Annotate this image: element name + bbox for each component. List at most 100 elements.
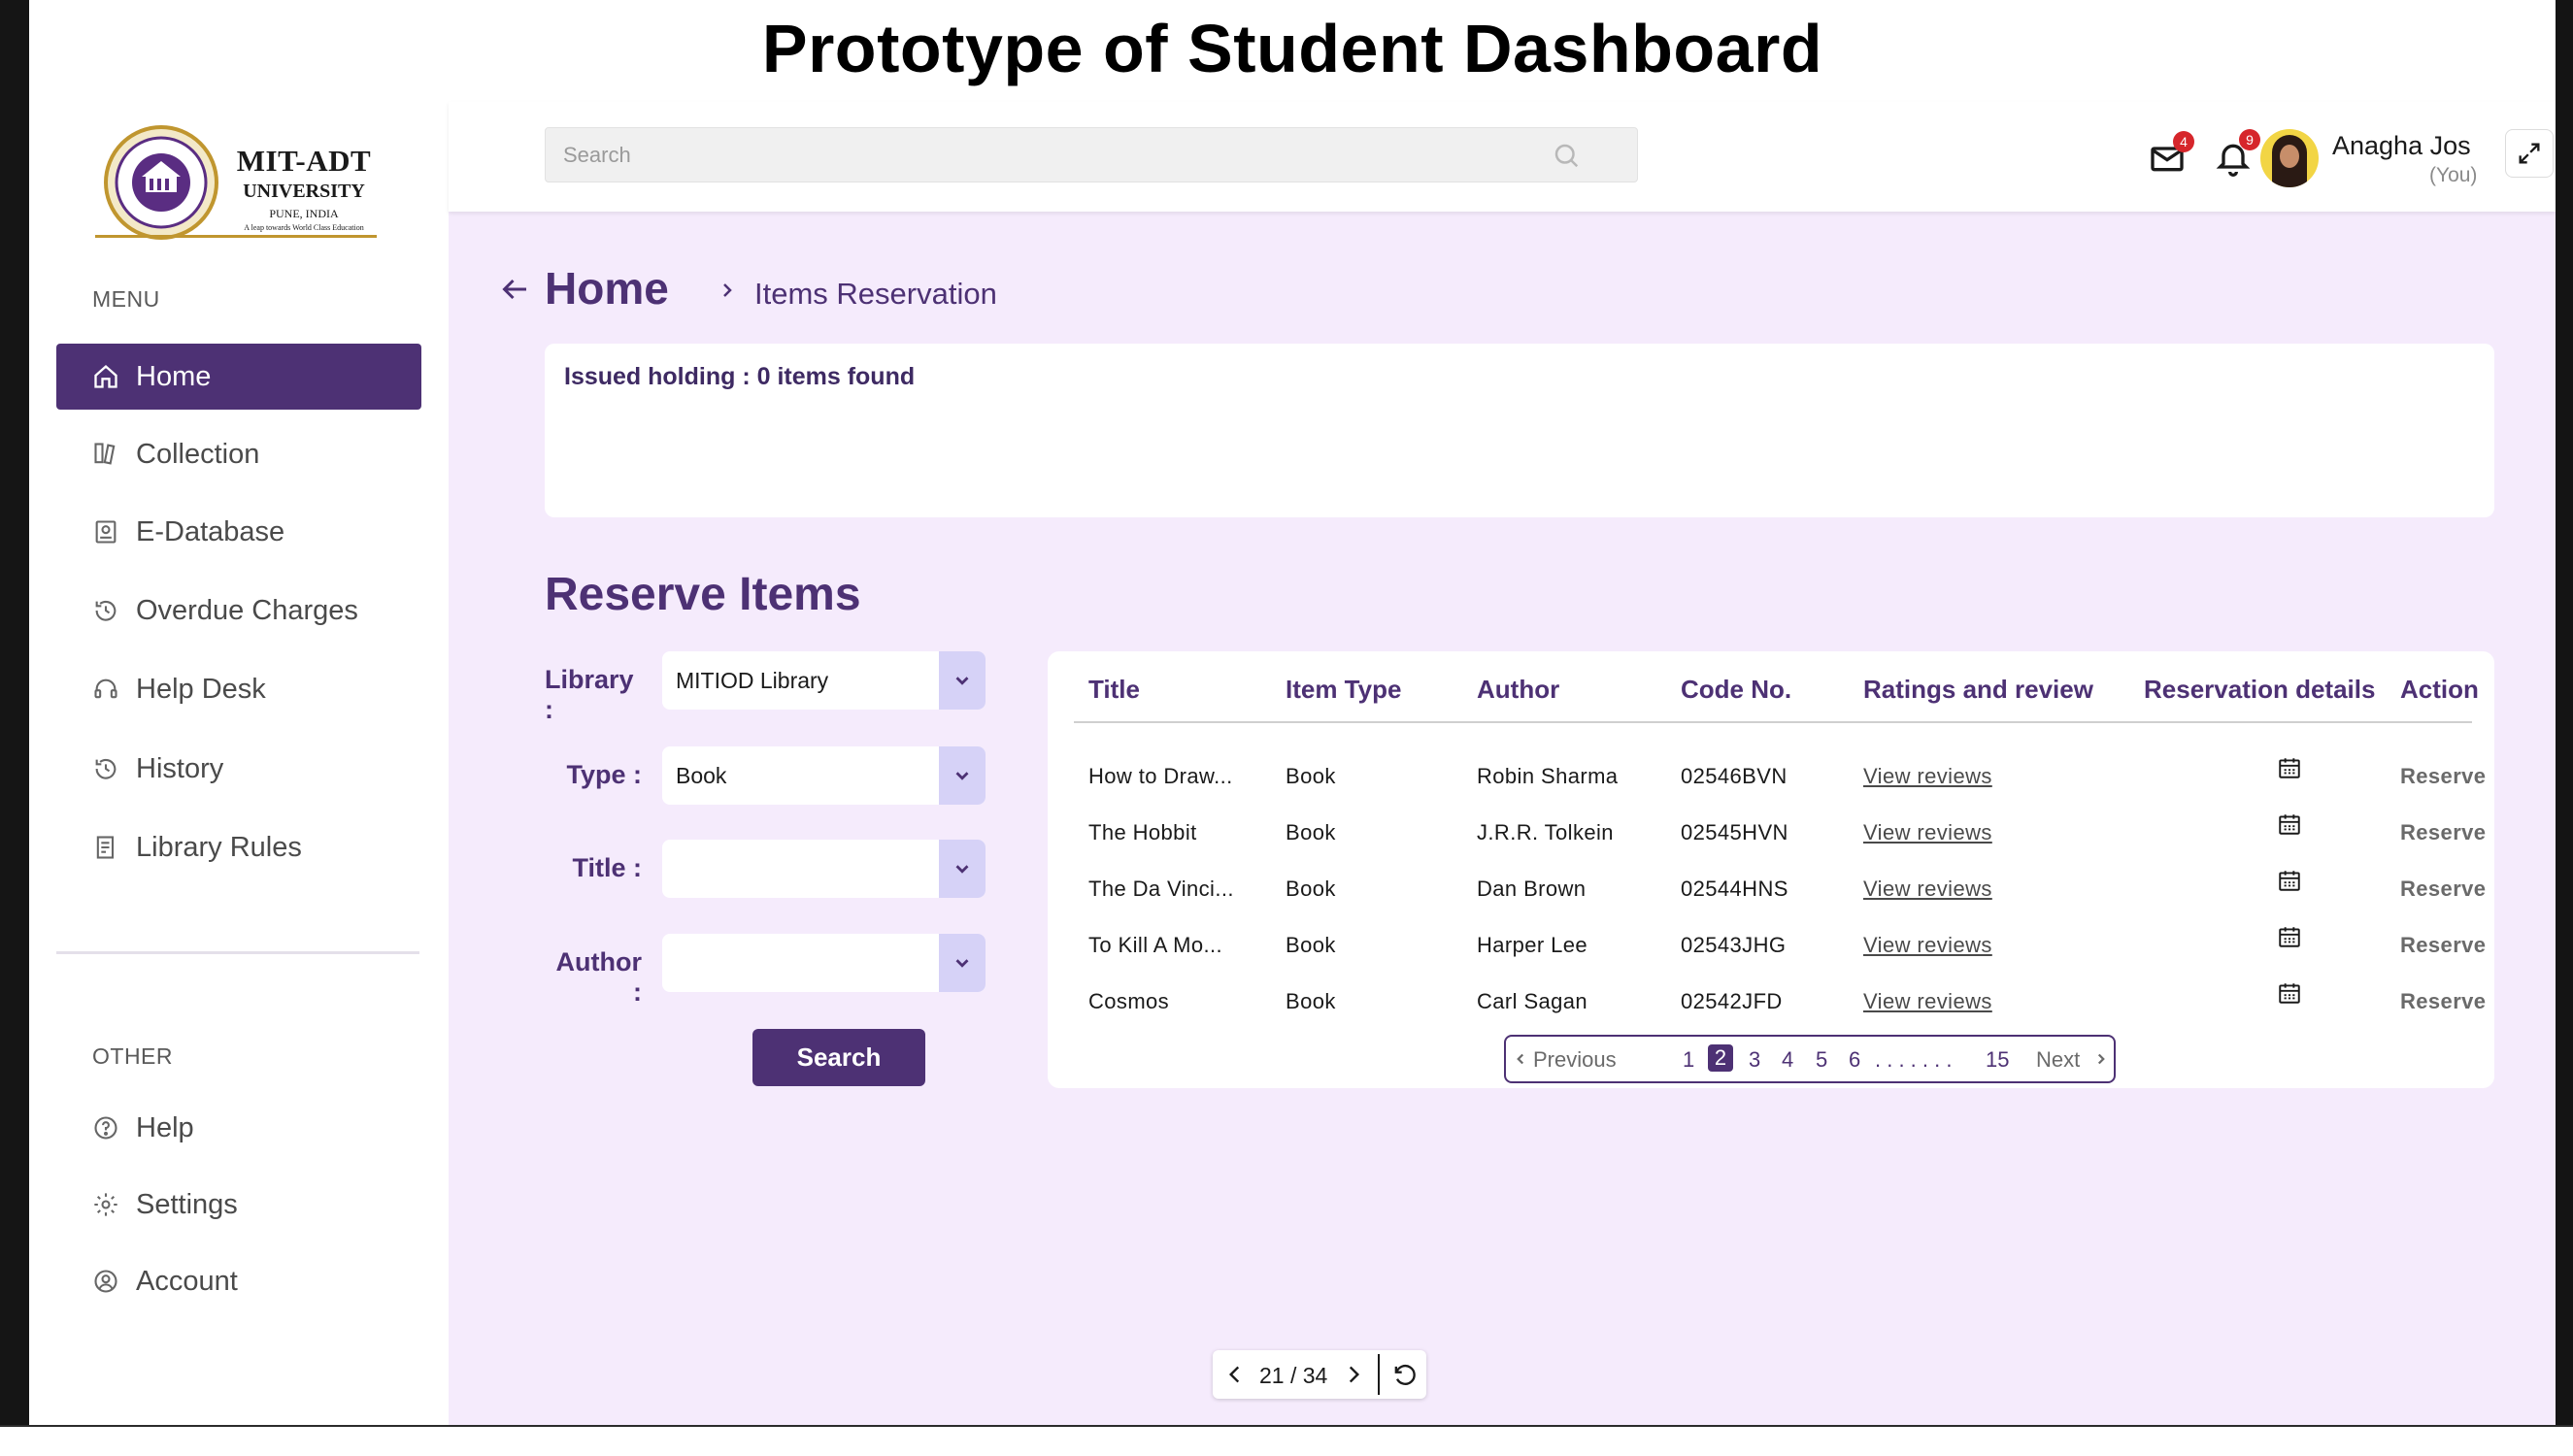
page-2-button[interactable]: 2 [1708, 1044, 1733, 1072]
document-page-navigator: 21 / 34 [1213, 1350, 1426, 1399]
chevron-right-icon[interactable] [2092, 1050, 2110, 1068]
cell-title: The Hobbit [1088, 820, 1197, 844]
chevron-down-icon[interactable] [939, 934, 986, 992]
background-left-edge [0, 0, 29, 1456]
reserve-button[interactable]: Reserve [2400, 764, 2486, 789]
cell-author: Dan Brown [1477, 877, 1587, 901]
page-1-button[interactable]: 1 [1683, 1047, 1694, 1073]
reserve-items-table: Title Item Type Author Code No. Ratings … [1048, 651, 2494, 1088]
next-page-button[interactable]: Next [2036, 1047, 2080, 1073]
view-reviews-link[interactable]: View reviews [1863, 820, 1992, 845]
sidebar-item-history[interactable]: History [56, 736, 421, 802]
page-15-button[interactable]: 15 [1986, 1047, 2009, 1073]
view-reviews-link[interactable]: View reviews [1863, 764, 1992, 789]
background-right-edge [2556, 0, 2573, 1456]
calendar-icon[interactable] [2277, 811, 2302, 838]
issued-holding-card: Issued holding : 0 items found [545, 344, 2494, 517]
dashboard-slide: Prototype of Student Dashboard MIT-ADT U… [29, 0, 2556, 1425]
back-arrow-icon[interactable] [497, 272, 532, 307]
cell-code: 02546BVN [1681, 764, 1788, 788]
page-3-button[interactable]: 3 [1749, 1047, 1760, 1073]
previous-slide-icon[interactable] [1222, 1362, 1248, 1387]
user-name[interactable]: Anagha Jos [2332, 131, 2471, 161]
sidebar-item-collection[interactable]: Collection [56, 421, 421, 487]
title-select[interactable] [662, 840, 986, 898]
column-header-code-no: Code No. [1681, 675, 1792, 704]
column-header-action: Action [2400, 675, 2479, 704]
headset-icon [91, 675, 120, 704]
calendar-icon[interactable] [2277, 923, 2302, 950]
previous-page-button[interactable]: Previous [1533, 1047, 1617, 1073]
page-4-button[interactable]: 4 [1782, 1047, 1793, 1073]
sidebar-item-help-desk[interactable]: Help Desk [56, 656, 421, 722]
avatar[interactable] [2260, 129, 2319, 187]
main-content: 4 9 Anagha Jos (You) Home Items Reservat… [449, 102, 2556, 1425]
reserve-button[interactable]: Reserve [2400, 877, 2486, 902]
column-header-reservation-details: Reservation details [2144, 675, 2376, 704]
sidebar-item-overdue-charges[interactable]: Overdue Charges [56, 578, 421, 644]
search-button[interactable]: Search [752, 1029, 925, 1086]
chevron-left-icon[interactable] [1512, 1050, 1529, 1068]
reserve-button[interactable]: Reserve [2400, 820, 2486, 845]
chevron-down-icon[interactable] [939, 651, 986, 710]
library-select[interactable]: MITIOD Library [662, 651, 986, 710]
cell-item-type: Book [1286, 877, 1336, 901]
logo-tagline: A leap towards World Class Education [244, 223, 364, 232]
cell-author: Carl Sagan [1477, 989, 1588, 1013]
sidebar-item-label: Home [136, 360, 212, 392]
expand-button[interactable] [2505, 129, 2554, 178]
undo-icon[interactable] [1389, 1361, 1419, 1388]
page-6-button[interactable]: 6 [1849, 1047, 1860, 1073]
reserve-button[interactable]: Reserve [2400, 933, 2486, 958]
calendar-icon[interactable] [2277, 754, 2302, 781]
mail-button[interactable]: 4 [2148, 131, 2194, 178]
page-5-button[interactable]: 5 [1816, 1047, 1827, 1073]
slide-title: Prototype of Student Dashboard [761, 11, 1823, 86]
sidebar-divider [56, 951, 419, 954]
reserve-button[interactable]: Reserve [2400, 989, 2486, 1014]
notification-count-badge: 9 [2239, 129, 2260, 150]
search-icon[interactable] [1552, 141, 1581, 170]
sidebar-item-label: Account [136, 1265, 238, 1297]
sidebar-item-label: History [136, 752, 224, 784]
author-label: Author : [555, 947, 642, 1007]
cell-item-type: Book [1286, 764, 1336, 788]
next-slide-icon[interactable] [1341, 1362, 1366, 1387]
calendar-icon[interactable] [2277, 867, 2302, 894]
cell-author: J.R.R. Tolkein [1477, 820, 1614, 844]
logo-line-2: UNIVERSITY [243, 181, 365, 202]
cell-author: Robin Sharma [1477, 764, 1619, 788]
calendar-icon[interactable] [2277, 979, 2302, 1007]
rules-icon [91, 833, 120, 862]
cell-item-type: Book [1286, 989, 1336, 1013]
university-logo: MIT-ADT UNIVERSITY PUNE, INDIA A leap to… [95, 124, 377, 243]
university-seal-icon [104, 125, 218, 240]
type-select-value: Book [676, 763, 727, 788]
cell-code: 02543JHG [1681, 933, 1787, 957]
chevron-down-icon[interactable] [939, 840, 986, 898]
view-reviews-link[interactable]: View reviews [1863, 989, 1992, 1014]
help-icon [91, 1113, 120, 1142]
sidebar-item-help[interactable]: Help [56, 1095, 421, 1161]
bottom-strip [0, 1425, 2573, 1456]
notification-button[interactable]: 9 [2214, 129, 2260, 177]
type-select[interactable]: Book [662, 746, 986, 805]
mail-count-badge: 4 [2173, 131, 2194, 152]
view-reviews-link[interactable]: View reviews [1863, 933, 1992, 958]
chevron-down-icon[interactable] [939, 746, 986, 805]
top-bar: 4 9 Anagha Jos (You) [449, 102, 2556, 212]
sidebar-item-library-rules[interactable]: Library Rules [56, 814, 421, 880]
search-input[interactable] [563, 128, 1534, 182]
sidebar-item-e-database[interactable]: E-Database [56, 499, 421, 565]
view-reviews-link[interactable]: View reviews [1863, 877, 1992, 902]
column-header-title: Title [1088, 675, 1140, 704]
author-select[interactable] [662, 934, 986, 992]
sidebar-item-home[interactable]: Home [56, 344, 421, 410]
sidebar-item-settings[interactable]: Settings [56, 1172, 421, 1238]
breadcrumb-home[interactable]: Home [545, 262, 669, 314]
sidebar-item-account[interactable]: Account [56, 1248, 421, 1314]
cell-item-type: Book [1286, 820, 1336, 844]
menu-heading: MENU [92, 286, 160, 312]
column-header-item-type: Item Type [1286, 675, 1402, 704]
overdue-icon [91, 596, 120, 625]
